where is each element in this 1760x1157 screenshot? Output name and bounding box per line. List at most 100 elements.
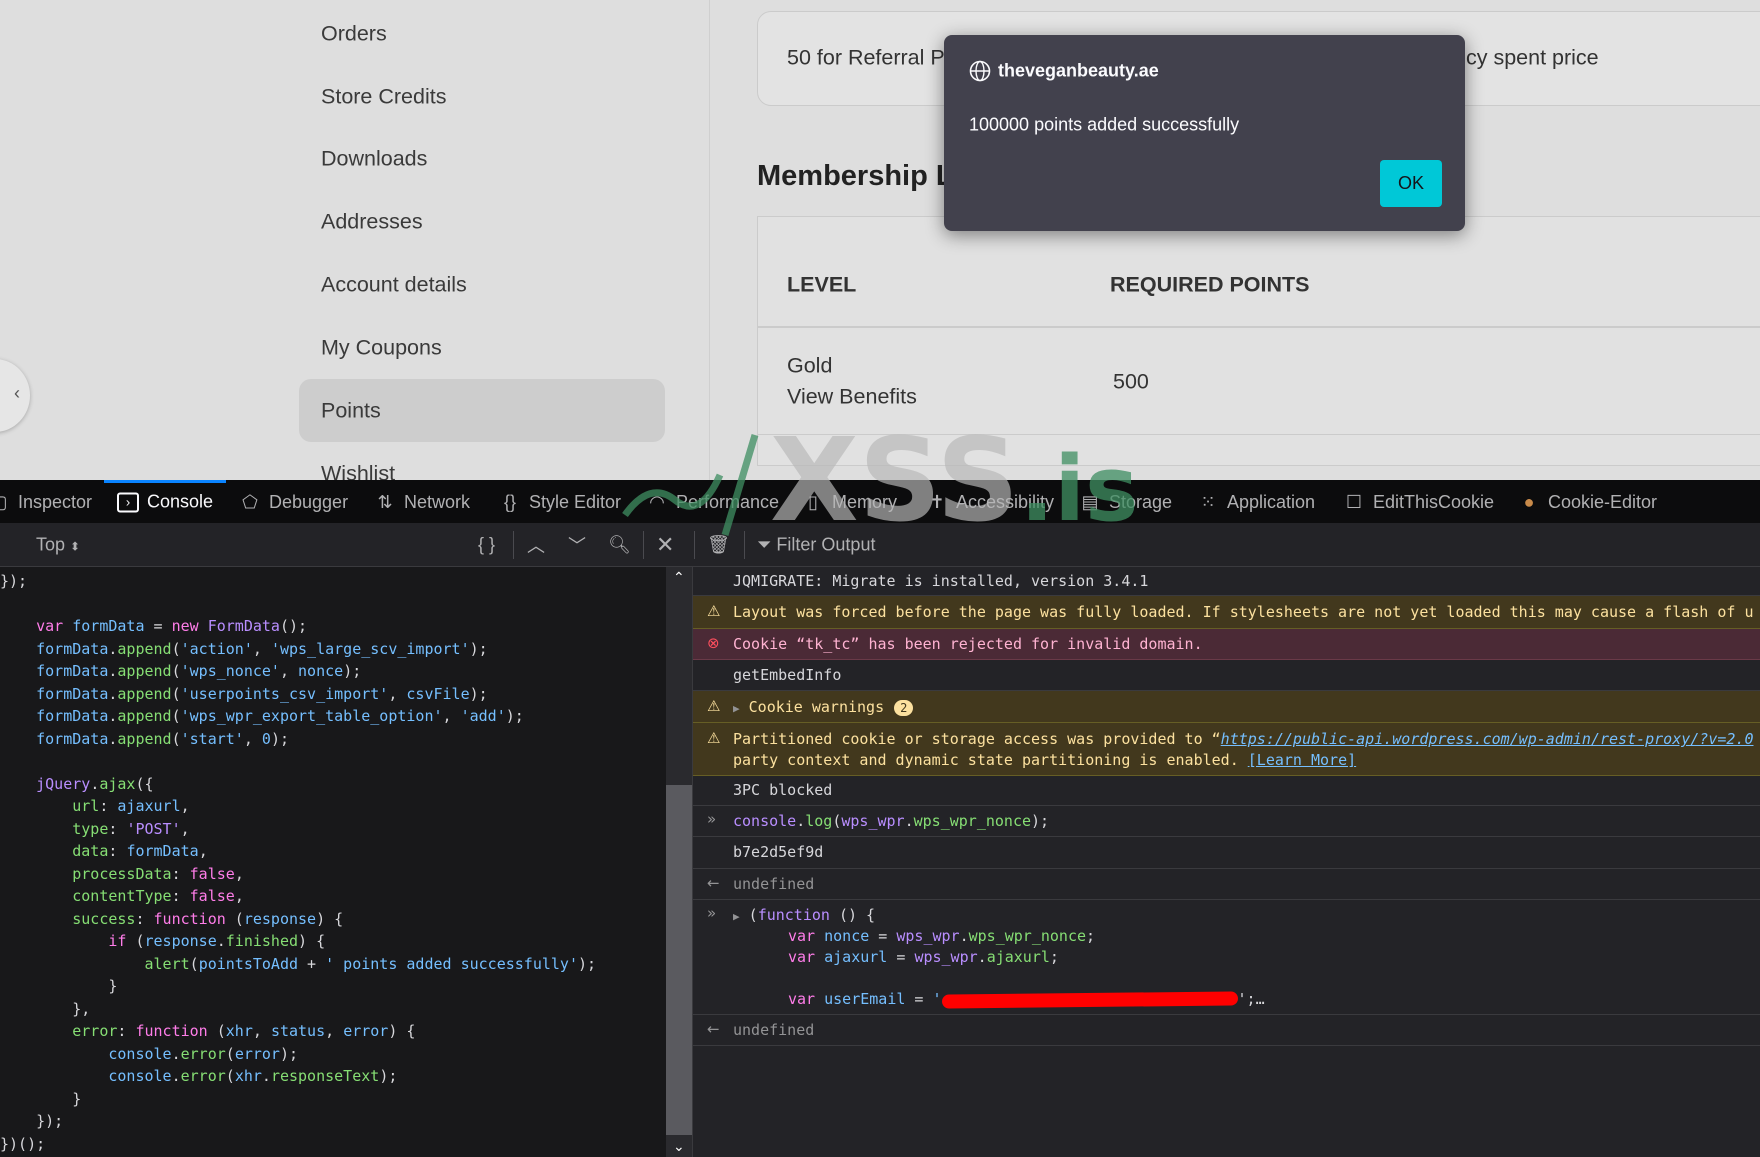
count-badge: 2	[894, 699, 914, 716]
code-line: })();	[0, 1133, 45, 1155]
sidebar-item-store-credits[interactable]: Store Credits	[321, 85, 446, 110]
clear-console-button[interactable]: 🗑︎	[707, 535, 730, 556]
updown-icon: ⬍	[70, 539, 81, 554]
expand-triangle-icon[interactable]: ▶	[733, 910, 740, 923]
scroll-down-icon[interactable]: ⌄	[673, 1138, 685, 1155]
sidebar-item-wishlist[interactable]: Wishlist	[321, 462, 395, 481]
header-level: LEVEL	[787, 272, 857, 297]
grid-icon: ⁙	[1200, 491, 1216, 512]
multiline-editor[interactable]: }); var formData = new FormData(); formD…	[0, 567, 666, 1157]
code-token: var	[36, 617, 64, 635]
code-token: ) {	[298, 932, 326, 950]
tab-label: Storage	[1109, 491, 1173, 512]
search-button[interactable]: 🔍︎	[608, 535, 631, 556]
tab-label: Memory	[832, 491, 898, 512]
code-line: console.error(error);	[0, 1043, 298, 1065]
code-token: formData	[72, 617, 145, 635]
code-token: ,	[180, 797, 190, 815]
url-link[interactable]: https://public-api.wordpress.com/wp-admi…	[1221, 730, 1754, 748]
ok-button[interactable]: OK	[1380, 160, 1442, 207]
learn-more-link[interactable]: [Learn More]	[1248, 751, 1356, 769]
view-benefits-link[interactable]: View Benefits	[787, 385, 917, 410]
code-token: data	[72, 842, 109, 860]
sidebar-item-account-details[interactable]: Account details	[321, 273, 467, 298]
tab-editthiscookie[interactable]: ☐ EditThisCookie	[1343, 491, 1494, 513]
tab-inspector[interactable]: ▢ Inspector	[0, 491, 92, 513]
context-selector[interactable]: Top ⬍	[36, 535, 80, 556]
message-text: getEmbedInfo	[733, 666, 842, 684]
code-token: error	[72, 1022, 118, 1040]
search-icon: 🔍︎	[608, 534, 631, 555]
tab-style-editor[interactable]: {} Style Editor	[499, 491, 621, 513]
collapse-sidebar-button[interactable]: ‹	[0, 359, 30, 432]
sidebar-item-downloads[interactable]: Downloads	[321, 147, 427, 172]
tab-application[interactable]: ⁙ Application	[1197, 491, 1315, 513]
code-token: (	[225, 909, 244, 928]
tab-accessibility[interactable]: ✝ Accessibility	[926, 491, 1054, 513]
scroll-up-icon[interactable]: ⌃	[673, 569, 685, 586]
tab-debugger[interactable]: ⬠ Debugger	[239, 491, 348, 513]
active-tab-indicator	[104, 480, 226, 483]
scrollbar-thumb[interactable]	[666, 785, 692, 1135]
code-token: );	[379, 1067, 398, 1085]
checkbox-icon: ☐	[1345, 491, 1363, 512]
tab-memory[interactable]: ▯ Memory	[802, 491, 897, 513]
code-token: 'wps_wpr_export_table_option'	[180, 707, 443, 725]
globe-icon	[969, 60, 991, 82]
editor-scrollbar[interactable]: ⌃ ⌄	[666, 567, 692, 1157]
braces-icon: {}	[503, 491, 517, 512]
separator	[744, 531, 745, 559]
tab-label: EditThisCookie	[1373, 491, 1495, 512]
code-token: ' points added successfully'	[325, 954, 578, 973]
sidebar-item-addresses[interactable]: Addresses	[321, 210, 423, 235]
tab-network[interactable]: ⇅ Network	[374, 491, 470, 513]
code-token: }	[0, 1089, 82, 1108]
sidebar-item-points[interactable]: Points	[321, 399, 381, 424]
code-token: finished	[225, 932, 299, 950]
code-line: formData.append('wps_wpr_export_table_op…	[0, 705, 524, 727]
code-line: formData.append('start', 0);	[0, 728, 289, 750]
sidebar-item-my-coupons[interactable]: My Coupons	[321, 336, 442, 361]
result-text: undefined	[733, 875, 815, 893]
tab-storage[interactable]: ▤ Storage	[1079, 491, 1172, 513]
sidebar-item-orders[interactable]: Orders	[321, 22, 387, 47]
code-token: error	[234, 1044, 280, 1063]
code-line: console.error(xhr.responseText);	[0, 1065, 397, 1087]
code-token: ,	[243, 729, 262, 748]
pretty-print-button[interactable]: { }	[478, 535, 495, 556]
tab-console[interactable]: › Console	[117, 492, 213, 513]
close-editor-button[interactable]: ✕	[656, 532, 674, 558]
expand-triangle-icon[interactable]: ▶	[733, 702, 740, 715]
debugger-icon: ⬠	[242, 491, 258, 512]
code-token: =	[144, 617, 172, 635]
code-token: (	[171, 729, 181, 748]
code-token: });	[0, 572, 28, 590]
code-token: .	[216, 932, 226, 950]
filter-output-input[interactable]: ⏷ Filter Output	[757, 535, 875, 556]
code-line: formData.append('wps_nonce', nonce);	[0, 660, 361, 682]
message-text: Layout was forced before the page was fu…	[733, 603, 1754, 621]
code-token: 'add'	[460, 707, 506, 725]
warning-icon: ⚠	[707, 602, 721, 620]
arrow-left-icon: ←	[707, 874, 720, 892]
code-token: +	[298, 954, 326, 973]
previous-button[interactable]: ︿	[527, 532, 545, 558]
tab-label: Network	[404, 491, 471, 512]
code-line: }	[0, 975, 117, 997]
next-button[interactable]: ﹀	[568, 532, 586, 558]
code-token: jQuery	[36, 774, 91, 793]
message-text: Cookie “tk_tc” has been rejected for inv…	[733, 635, 1203, 653]
chevron-up-icon: ︿	[527, 536, 545, 556]
code-token: (	[189, 954, 199, 973]
tab-label: Inspector	[18, 491, 93, 512]
code-line: });	[0, 1110, 63, 1132]
code-token: (	[171, 707, 181, 725]
tab-cookie-editor[interactable]: ● Cookie-Editor	[1518, 491, 1657, 513]
tab-performance[interactable]: ◠ Performance	[646, 491, 779, 513]
console-warning-group[interactable]: ⚠ ▶ Cookie warnings 2	[693, 691, 1760, 723]
